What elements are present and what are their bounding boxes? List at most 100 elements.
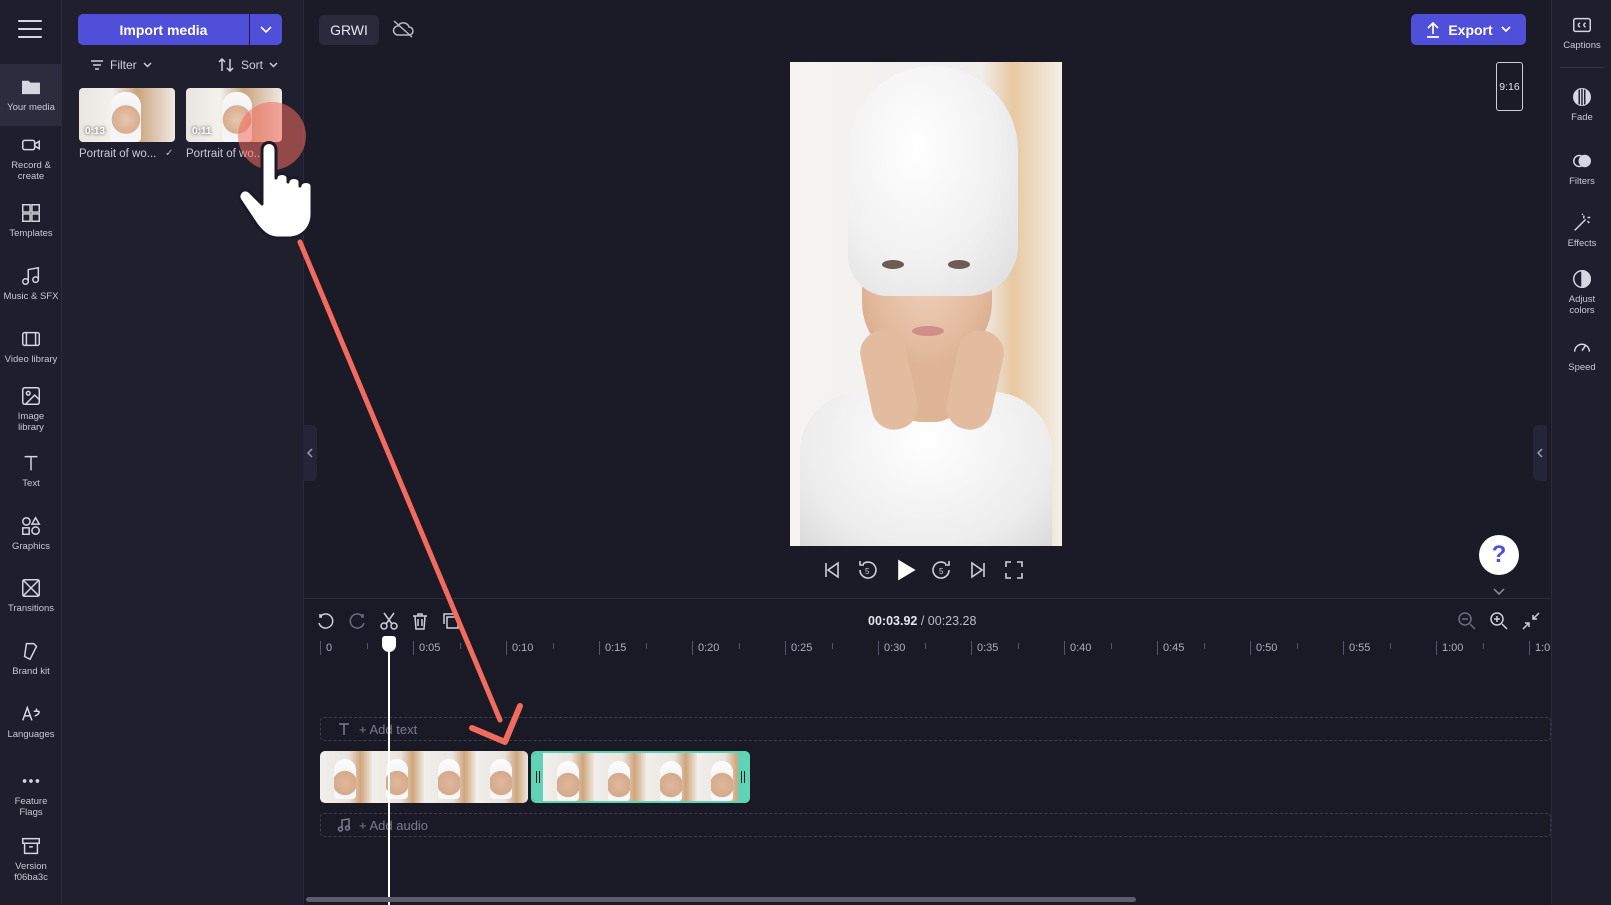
preview-lips — [912, 326, 944, 336]
nav-graphics[interactable]: Graphics — [0, 515, 62, 552]
cloud-sync-off-icon[interactable] — [392, 20, 416, 40]
ruler-tick-label: 0:10 — [506, 641, 533, 655]
add-text-track[interactable]: + Add text — [320, 717, 1551, 741]
ruler-minor-tick — [366, 643, 368, 649]
preview-towel — [848, 66, 1018, 296]
zoom-out-button[interactable] — [1457, 611, 1479, 633]
camera-icon — [22, 139, 40, 151]
playhead-handle[interactable] — [382, 636, 396, 652]
ruler-minor-tick — [1296, 643, 1298, 649]
nav-record-create[interactable]: Record & create — [0, 134, 62, 182]
clip-trim-handle-right[interactable] — [738, 753, 748, 801]
import-media-button[interactable]: Import media — [78, 14, 249, 45]
sort-button[interactable]: Sort — [217, 58, 278, 72]
aspect-ratio-button[interactable]: 9:16 — [1496, 62, 1523, 111]
adjust-colors-icon — [1573, 270, 1591, 288]
scissors-icon — [380, 612, 398, 630]
media-duration: 0:13 — [85, 126, 106, 137]
fit-timeline-button[interactable] — [1521, 611, 1543, 633]
skip-forward-icon — [971, 561, 985, 579]
upload-icon — [1427, 21, 1440, 38]
fade-icon — [1573, 88, 1591, 106]
add-audio-track[interactable]: + Add audio — [320, 813, 1551, 837]
film-icon — [22, 331, 40, 347]
clip-trim-handle-left[interactable] — [533, 753, 543, 801]
trash-icon — [413, 613, 427, 630]
forward-5s-button[interactable]: 5 — [929, 558, 953, 582]
chevron-down-icon[interactable] — [1490, 584, 1508, 596]
menu-icon[interactable] — [18, 20, 42, 40]
nav-video-library[interactable]: Video library — [0, 328, 62, 365]
filters-icon — [1573, 154, 1591, 168]
shapes-icon — [22, 516, 41, 535]
folder-icon — [22, 80, 40, 95]
nav-languages[interactable]: Languages — [0, 703, 62, 740]
nav-transitions[interactable]: Transitions — [0, 577, 62, 614]
nav-brand-kit[interactable]: Brand kit — [0, 640, 62, 677]
project-name[interactable]: GRWI — [319, 15, 379, 45]
ruler-tick-label: 0:20 — [692, 641, 719, 655]
collapse-properties-panel-button[interactable] — [1533, 425, 1547, 481]
duplicate-button[interactable] — [441, 611, 463, 633]
ruler-tick-label: 0 — [320, 641, 332, 655]
fullscreen-button[interactable] — [1002, 558, 1026, 582]
nav-music-sfx[interactable]: Music & SFX — [0, 265, 62, 302]
nav-version[interactable]: Version f06ba3c — [0, 835, 62, 883]
filters-tab[interactable]: Filters — [1552, 150, 1611, 187]
clip-frame-subject — [710, 761, 733, 801]
nav-feature-flags[interactable]: Feature Flags — [0, 770, 62, 818]
playback-controls: 5 5 — [820, 556, 1030, 584]
speed-tab[interactable]: Speed — [1552, 336, 1611, 373]
play-icon — [898, 559, 916, 581]
redo-button[interactable] — [347, 611, 369, 633]
undo-icon — [318, 613, 334, 629]
thumbnail-subject — [222, 92, 252, 142]
zoom-in-button[interactable] — [1489, 611, 1511, 633]
checkmark-icon: ✓ — [165, 148, 174, 159]
clip-frame-subject — [608, 761, 631, 801]
skip-to-start-button[interactable] — [820, 558, 844, 582]
video-preview[interactable] — [790, 62, 1062, 546]
media-item-thumbnail[interactable]: 0:11 — [186, 88, 282, 142]
delete-button[interactable] — [410, 611, 432, 633]
ruler-minor-tick — [459, 643, 461, 649]
video-clip-selected[interactable] — [531, 751, 750, 803]
nav-text[interactable]: Text — [0, 452, 62, 489]
media-item-name: Portrait of wo... — [186, 148, 264, 160]
playhead-line — [388, 636, 390, 905]
play-button[interactable] — [893, 558, 917, 582]
rewind-5s-button[interactable]: 5 — [856, 558, 880, 582]
captions-tab[interactable]: Captions — [1552, 14, 1611, 51]
import-media-dropdown[interactable] — [250, 14, 282, 45]
help-button[interactable]: ? — [1479, 535, 1519, 575]
skip-to-end-button[interactable] — [966, 558, 990, 582]
ruler-tick-label: 0:50 — [1250, 641, 1277, 655]
fade-tab[interactable]: Fade — [1552, 86, 1611, 123]
transition-icon — [22, 579, 40, 597]
media-item-thumbnail[interactable]: 0:13 — [79, 88, 175, 142]
adjust-colors-tab[interactable]: Adjust colors — [1552, 268, 1611, 316]
effects-tab[interactable]: Effects — [1552, 212, 1611, 249]
nav-image-library[interactable]: Image library — [0, 385, 62, 433]
text-icon — [339, 723, 349, 735]
clip-frame-subject — [490, 759, 512, 799]
svg-text:5: 5 — [865, 567, 870, 576]
export-button[interactable]: Export — [1411, 14, 1526, 45]
ruler-minor-tick — [831, 643, 833, 649]
timeline-scrollbar[interactable] — [306, 897, 1136, 902]
collapse-media-panel-button[interactable] — [303, 425, 317, 481]
magic-wand-icon — [1574, 213, 1591, 231]
clipchamp-editor: Your media Record & create Templates Mus… — [0, 0, 1611, 905]
nav-your-media[interactable]: Your media — [0, 64, 62, 126]
nav-templates[interactable]: Templates — [0, 202, 62, 239]
clip-frame — [372, 751, 424, 803]
filter-button[interactable]: Filter — [90, 58, 152, 72]
ruler-minor-tick — [1389, 643, 1391, 649]
timeline-ruler[interactable]: 0 0:05 0:10 0:15 0:20 0:25 0:30 0:35 0:40 0:45 0:5… — [320, 641, 1551, 661]
ruler-tick-label: 0:05 — [413, 641, 440, 655]
captions-icon — [1573, 17, 1591, 33]
undo-button[interactable] — [316, 611, 338, 633]
templates-icon — [22, 204, 40, 222]
split-button[interactable] — [379, 611, 401, 633]
video-clip[interactable] — [320, 751, 528, 803]
